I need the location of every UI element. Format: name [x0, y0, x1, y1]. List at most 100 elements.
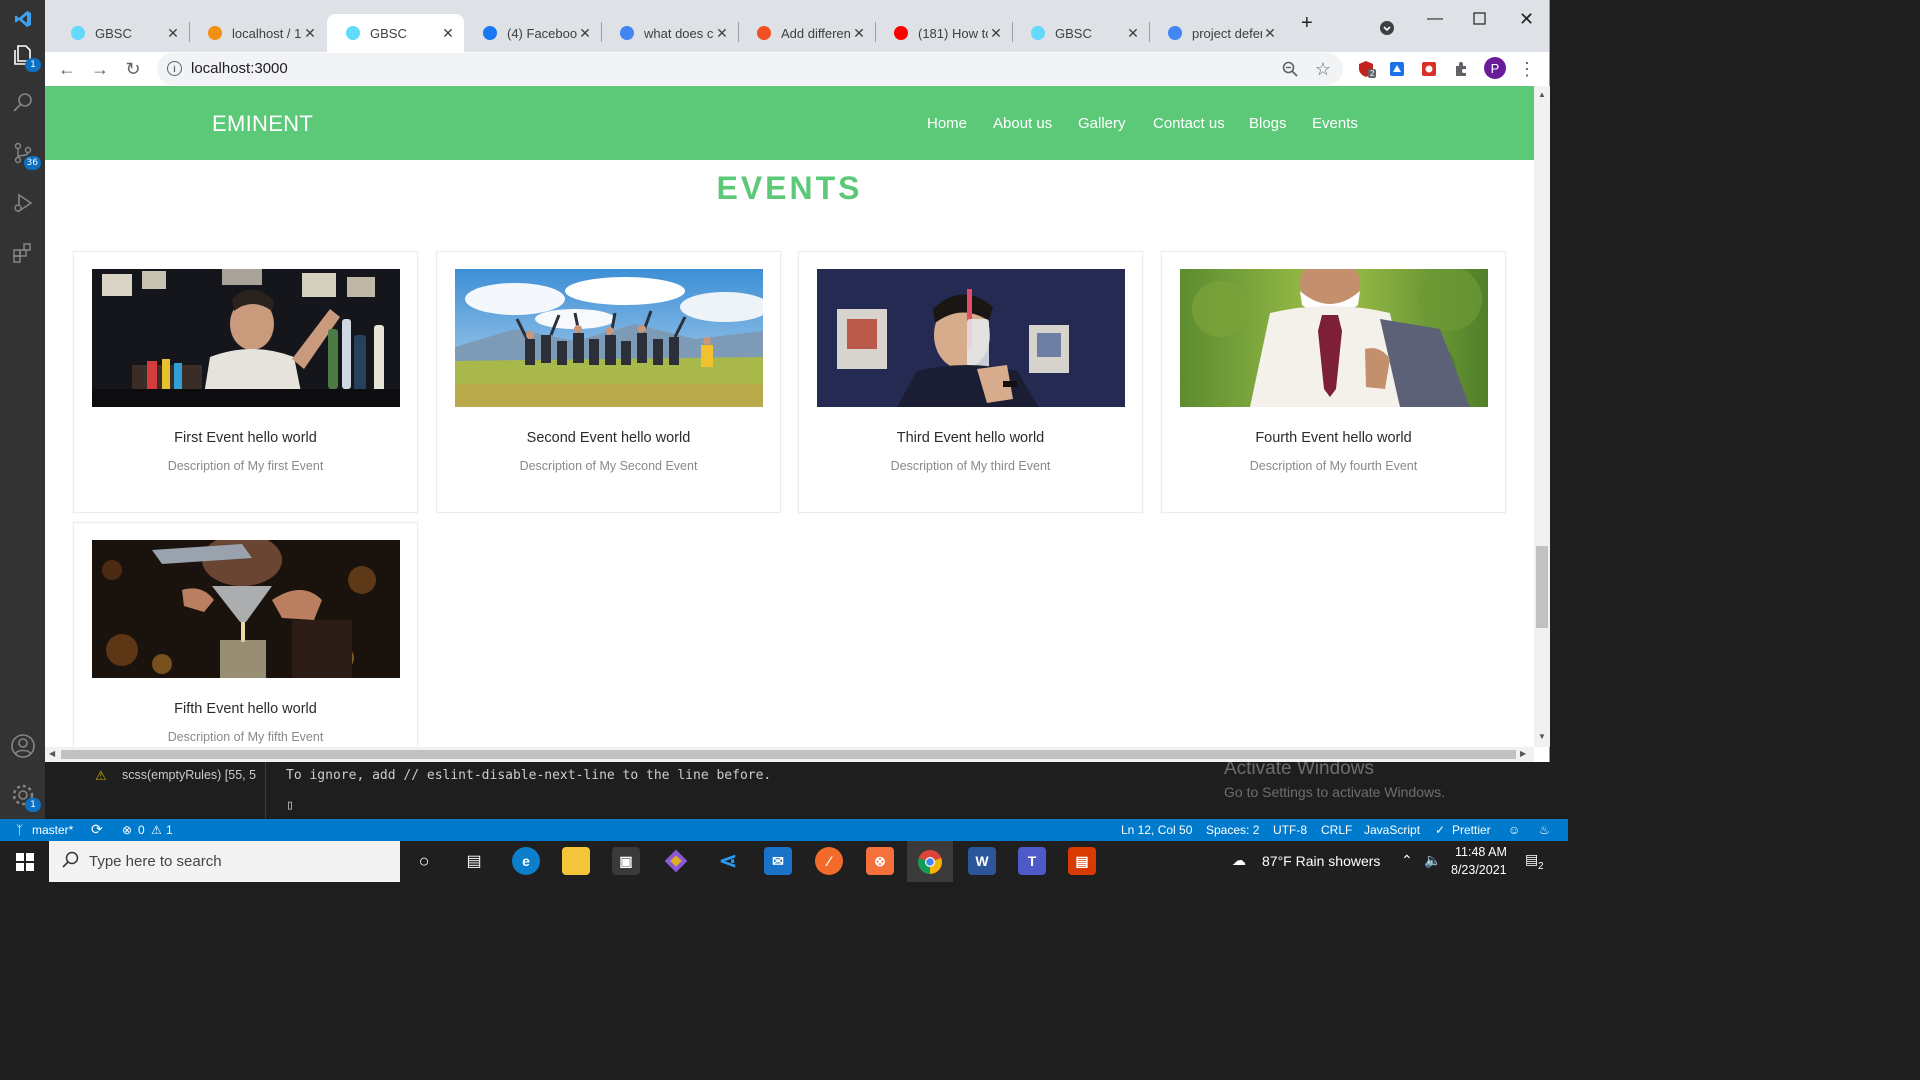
prettier-status[interactable]: Prettier	[1452, 823, 1491, 837]
nav-home[interactable]: Home	[927, 115, 967, 132]
encoding[interactable]: UTF-8	[1273, 823, 1307, 837]
browser-tab[interactable]: what does cit ✕	[601, 14, 738, 52]
close-tab-icon[interactable]: ✕	[851, 25, 867, 42]
cursor-position[interactable]: Ln 12, Col 50	[1121, 823, 1192, 837]
close-tab-icon[interactable]: ✕	[1125, 25, 1141, 42]
errors-icon[interactable]: ⊗	[122, 823, 132, 837]
vertical-scroll-thumb[interactable]	[1536, 546, 1548, 628]
nav-gallery[interactable]: Gallery	[1078, 115, 1126, 132]
close-tab-icon[interactable]: ✕	[714, 25, 730, 42]
feedback-icon[interactable]: ☺	[1508, 823, 1520, 837]
extension-shield-icon[interactable]: 2	[1355, 58, 1377, 80]
tab-search-icon[interactable]	[1379, 20, 1395, 41]
browser-tab[interactable]: localhost / 12 ✕	[189, 14, 326, 52]
extensions-icon[interactable]	[8, 238, 38, 268]
nav-contact-us[interactable]: Contact us	[1153, 115, 1225, 132]
extensions-puzzle-icon[interactable]	[1450, 58, 1472, 80]
weather-text[interactable]: 87°F Rain showers	[1262, 853, 1380, 869]
new-tab-button[interactable]: +	[1301, 12, 1313, 35]
xampp-icon[interactable]: ⊗	[866, 847, 894, 875]
event-card[interactable]: Third Event hello world Description of M…	[798, 251, 1143, 513]
source-control-icon[interactable]: 36	[8, 138, 41, 170]
bookmark-star-icon[interactable]: ☆	[1312, 58, 1334, 80]
sync-icon[interactable]: ⟳	[91, 821, 103, 838]
nav-about-us[interactable]: About us	[993, 115, 1052, 132]
close-tab-icon[interactable]: ✕	[165, 25, 181, 42]
browser-tab[interactable]: project defen ✕	[1149, 14, 1286, 52]
cortana-icon[interactable]: ○	[410, 847, 438, 875]
terminal-cursor[interactable]: ▯	[286, 798, 294, 813]
scroll-up-icon[interactable]: ▲	[1538, 90, 1546, 99]
indentation[interactable]: Spaces: 2	[1206, 823, 1259, 837]
back-icon[interactable]: ←	[56, 58, 78, 80]
browser-tab[interactable]: GBSC ✕	[1012, 14, 1149, 52]
event-card[interactable]: Second Event hello world Description of …	[436, 251, 781, 513]
edge-icon[interactable]: e	[512, 847, 540, 875]
clock-time[interactable]: 11:48 AM	[1455, 845, 1507, 859]
line-ending[interactable]: CRLF	[1321, 823, 1352, 837]
close-window-icon[interactable]: ✕	[1519, 9, 1534, 30]
browser-tab[interactable]: GBSC ✕	[52, 14, 189, 52]
nav-events[interactable]: Events	[1312, 115, 1358, 132]
tray-chevron-icon[interactable]: ⌃	[1401, 852, 1413, 869]
task-view-icon[interactable]: ▤	[460, 847, 488, 875]
vscode-taskbar-icon[interactable]: ⋖	[714, 847, 742, 875]
scroll-left-icon[interactable]: ◀	[49, 749, 55, 758]
chrome-taskbar-active[interactable]	[907, 841, 953, 882]
clock-date[interactable]: 8/23/2021	[1451, 863, 1507, 877]
word-icon[interactable]: W	[968, 847, 996, 875]
browser-tab[interactable]: Add different ✕	[738, 14, 875, 52]
teams-icon[interactable]: T	[1018, 847, 1046, 875]
maximize-icon[interactable]	[1473, 12, 1486, 30]
windows-start-icon[interactable]	[16, 853, 34, 871]
search-icon[interactable]	[8, 88, 38, 118]
profile-avatar[interactable]: P	[1484, 57, 1506, 79]
store-icon[interactable]: ▣	[612, 847, 640, 875]
nav-blogs[interactable]: Blogs	[1249, 115, 1287, 132]
manage-gear-icon[interactable]: 1	[8, 780, 41, 812]
warning-count[interactable]: 1	[166, 823, 173, 837]
reload-icon[interactable]: ↻	[122, 58, 144, 80]
action-center-icon[interactable]: ▤	[1525, 851, 1538, 868]
language-mode[interactable]: JavaScript	[1364, 823, 1420, 837]
browser-tab[interactable]: GBSC ✕	[327, 14, 464, 52]
chrome-menu-icon[interactable]: ⋮	[1516, 58, 1538, 80]
git-branch[interactable]: master*	[32, 823, 73, 837]
notifications-bell-icon[interactable]: ♨	[1539, 823, 1550, 837]
vertical-scrollbar[interactable]: ▲ ▼	[1534, 86, 1550, 747]
volume-icon[interactable]: 🔈	[1424, 852, 1441, 869]
git-app-icon[interactable]	[662, 847, 690, 875]
address-bar[interactable]: i localhost:3000	[157, 53, 1343, 85]
mail-icon[interactable]: ✉	[764, 847, 792, 875]
close-tab-icon[interactable]: ✕	[302, 25, 318, 42]
forward-icon[interactable]: →	[89, 58, 111, 80]
accounts-icon[interactable]	[8, 731, 38, 761]
extension-red-icon[interactable]	[1418, 58, 1440, 80]
site-info-icon[interactable]: i	[167, 61, 182, 76]
close-tab-icon[interactable]: ✕	[577, 25, 593, 42]
event-card[interactable]: Fourth Event hello world Description of …	[1161, 251, 1506, 513]
taskbar-search[interactable]: Type here to search	[49, 841, 400, 882]
close-tab-icon[interactable]: ✕	[988, 25, 1004, 42]
file-explorer-icon[interactable]	[562, 847, 590, 875]
site-brand[interactable]: EMINENT	[212, 111, 313, 137]
event-card[interactable]: First Event hello world Description of M…	[73, 251, 418, 513]
problem-entry[interactable]: scss(emptyRules) [55, 5	[122, 768, 258, 782]
event-card[interactable]: Fifth Event hello world Description of M…	[73, 522, 418, 747]
weather-icon[interactable]: ☁	[1232, 852, 1246, 869]
close-tab-icon[interactable]: ✕	[1262, 25, 1278, 42]
zoom-icon[interactable]	[1279, 58, 1301, 80]
scroll-down-icon[interactable]: ▼	[1538, 732, 1546, 741]
explorer-icon[interactable]: 1	[8, 40, 41, 72]
error-count[interactable]: 0	[138, 823, 145, 837]
app-red-icon[interactable]: ▤	[1068, 847, 1096, 875]
browser-tab[interactable]: (4) Facebook ✕	[464, 14, 601, 52]
branch-icon[interactable]: ᛉ	[16, 823, 23, 837]
browser-tab[interactable]: (181) How to ✕	[875, 14, 1012, 52]
minimize-icon[interactable]: —	[1427, 10, 1443, 28]
extension-drive-icon[interactable]	[1386, 58, 1408, 80]
warnings-icon[interactable]: ⚠	[151, 823, 162, 837]
close-tab-icon[interactable]: ✕	[440, 25, 456, 42]
brave-like-icon[interactable]: ∕	[815, 847, 843, 875]
scroll-right-icon[interactable]: ▶	[1520, 749, 1526, 758]
